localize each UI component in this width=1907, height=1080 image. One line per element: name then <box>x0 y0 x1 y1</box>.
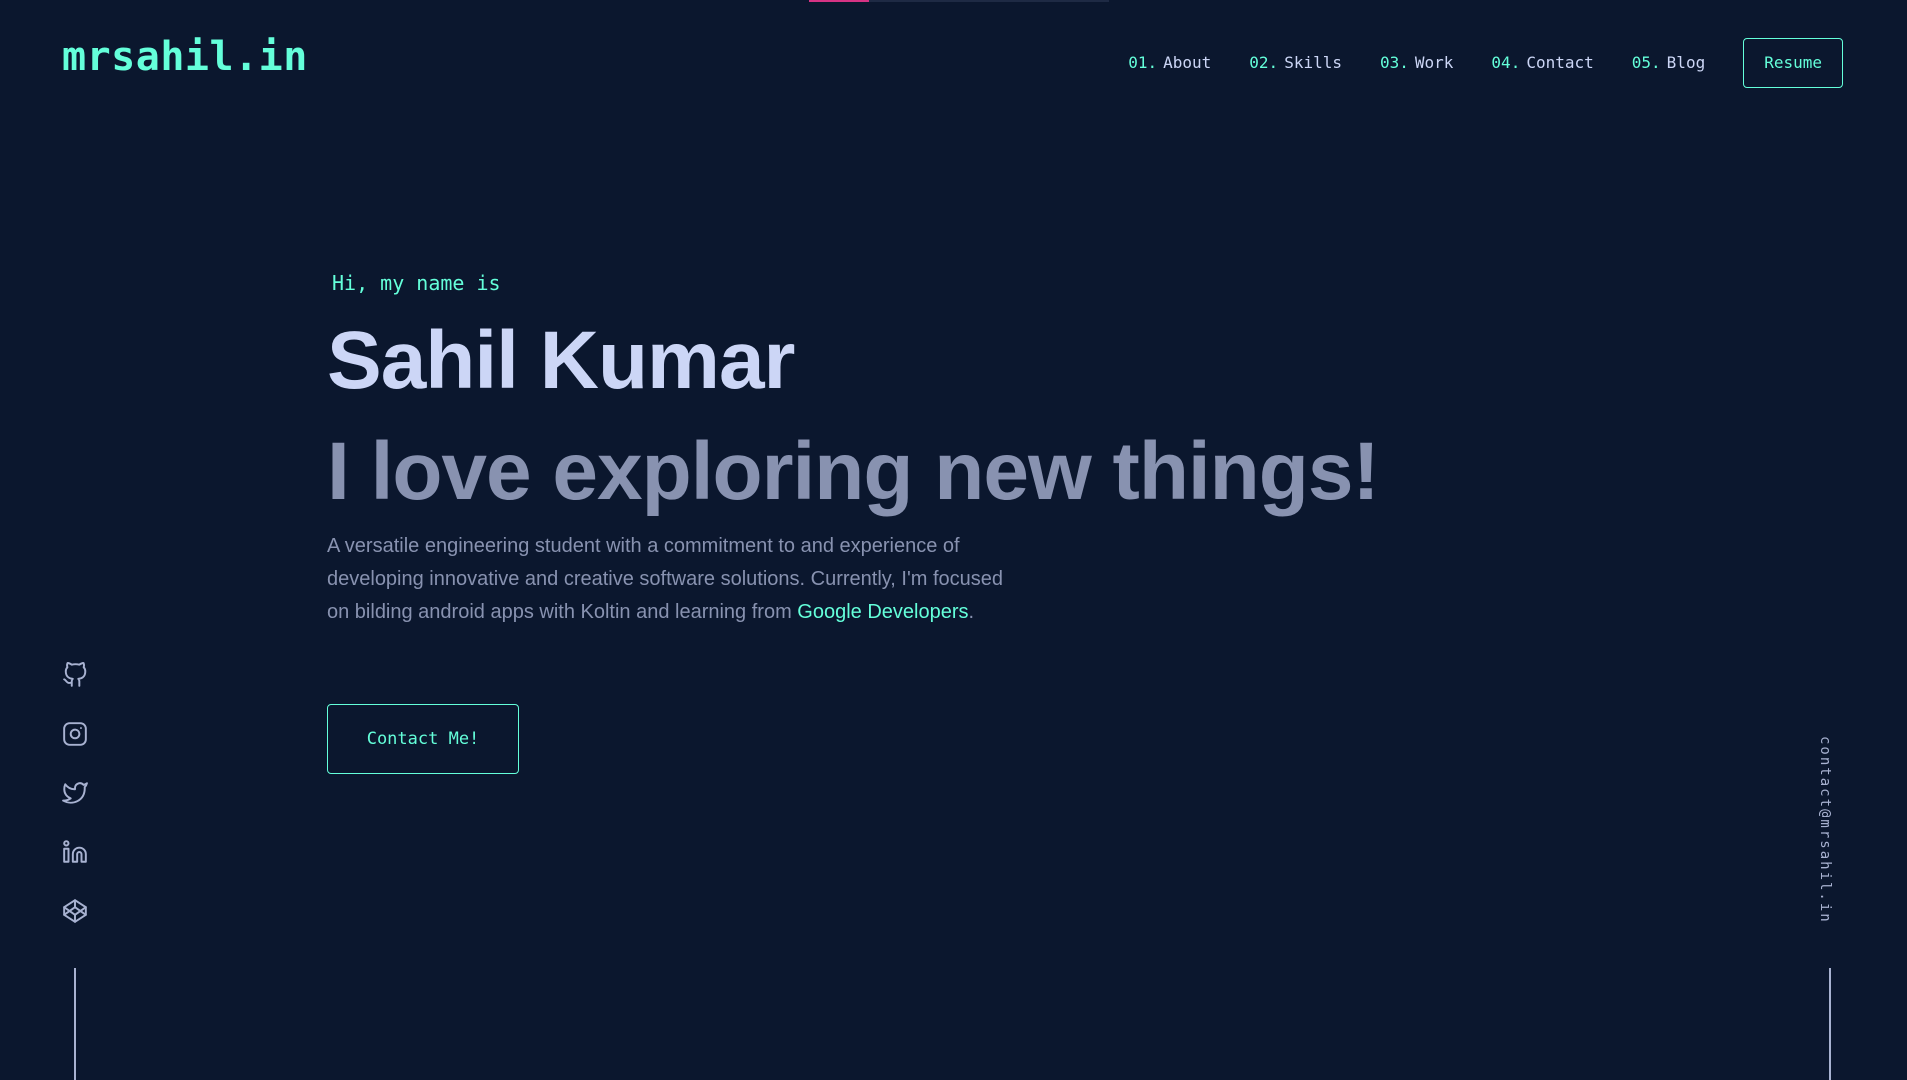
left-divider-line <box>74 968 76 1080</box>
hero-tagline: I love exploring new things! <box>327 426 1380 517</box>
google-developers-link[interactable]: Google Developers <box>797 601 968 623</box>
nav-item-skills[interactable]: 02. Skills <box>1249 39 1342 87</box>
nav-item-number: 05. <box>1631 53 1661 72</box>
contact-me-button[interactable]: Contact Me! <box>327 704 519 774</box>
hero-bio: A versatile engineering student with a c… <box>327 530 1017 629</box>
right-divider-line <box>1829 968 1831 1080</box>
site-logo[interactable]: mrsahil.in <box>62 30 308 84</box>
resume-button[interactable]: Resume <box>1743 38 1843 88</box>
nav-item-work[interactable]: 03. Work <box>1380 39 1453 87</box>
main-nav: 01. About 02. Skills 03. Work 04. Contac… <box>1128 38 1843 88</box>
nav-item-label: About <box>1163 53 1212 72</box>
social-links <box>60 662 90 924</box>
nav-item-label: Contact <box>1526 53 1594 72</box>
twitter-icon[interactable] <box>62 780 88 806</box>
nav-item-label: Blog <box>1666 53 1706 72</box>
linkedin-icon[interactable] <box>62 839 88 865</box>
scroll-progress-fill <box>809 0 869 2</box>
hero-section: Hi, my name is Sahil Kumar I love explor… <box>327 266 1527 774</box>
nav-item-number: 01. <box>1128 53 1158 72</box>
github-icon[interactable] <box>62 662 88 688</box>
nav-item-number: 04. <box>1491 53 1521 72</box>
hero-greeting: Hi, my name is <box>332 271 501 295</box>
codepen-icon[interactable] <box>62 898 88 924</box>
scroll-progress-bar <box>809 0 1109 2</box>
nav-item-label: Skills <box>1284 53 1342 72</box>
hero-bio-end: . <box>968 601 975 623</box>
email-link[interactable]: contact@mrsahil.in <box>1817 736 1833 924</box>
nav-item-number: 02. <box>1249 53 1279 72</box>
hero-name: Sahil Kumar <box>327 315 795 406</box>
nav-item-label: Work <box>1414 53 1454 72</box>
nav-item-about[interactable]: 01. About <box>1128 39 1211 87</box>
instagram-icon[interactable] <box>62 721 88 747</box>
nav-item-number: 03. <box>1379 53 1409 72</box>
nav-item-contact[interactable]: 04. Contact <box>1491 39 1593 87</box>
nav-item-blog[interactable]: 05. Blog <box>1632 39 1705 87</box>
